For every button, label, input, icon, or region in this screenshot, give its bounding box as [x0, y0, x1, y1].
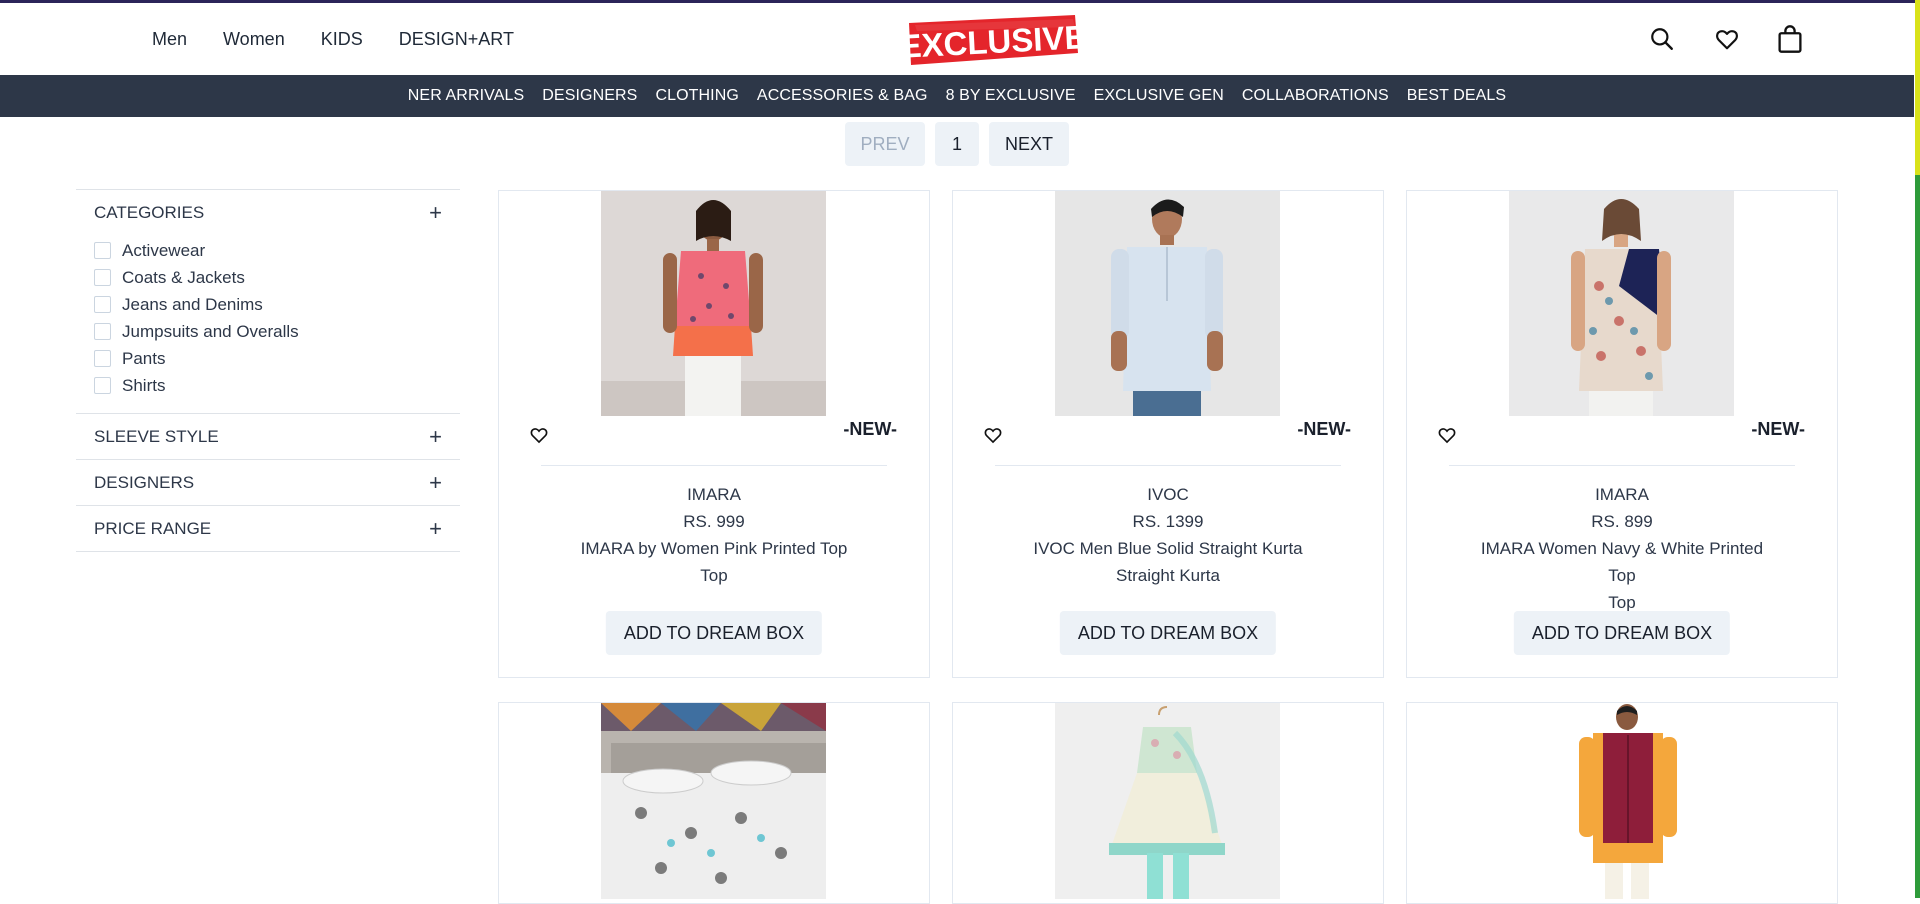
product-brand: IVOC [1147, 485, 1189, 504]
option-label: Jumpsuits and Overalls [122, 321, 299, 341]
cat-new-arrivals[interactable]: NER ARRIVALS [408, 87, 525, 105]
checkbox[interactable] [94, 269, 111, 286]
product-image[interactable] [1509, 703, 1734, 899]
cat-designers[interactable]: DESIGNERS [542, 87, 637, 105]
add-to-dream-box-button[interactable]: ADD TO DREAM BOX [1513, 611, 1731, 655]
product-card[interactable] [1406, 702, 1838, 904]
add-to-dream-box-button[interactable]: ADD TO DREAM BOX [605, 611, 823, 655]
product-card[interactable] [952, 702, 1384, 904]
shopping-bag-icon[interactable] [1772, 21, 1808, 57]
product-name[interactable]: IVOC Men Blue Solid Straight Kurta [953, 535, 1383, 562]
price-range-title: PRICE RANGE [94, 518, 212, 538]
page-number-button[interactable]: 1 [935, 122, 979, 166]
product-image[interactable] [601, 703, 826, 899]
nav-design-art[interactable]: DESIGN+ART [399, 29, 514, 50]
wishlist-heart-icon[interactable] [983, 425, 1003, 445]
categories-title: CATEGORIES [94, 202, 205, 222]
designers-facet-header[interactable]: DESIGNERS + [76, 460, 460, 505]
expand-plus-icon[interactable]: + [429, 471, 442, 494]
divider [1449, 465, 1795, 466]
wishlist-heart-icon[interactable] [529, 425, 549, 445]
categories-options: Activewear Coats & Jackets Jeans and Den… [76, 235, 460, 413]
product-subtitle: Top [700, 566, 728, 585]
expand-plus-icon[interactable]: + [429, 517, 442, 540]
nav-women[interactable]: Women [223, 29, 285, 50]
product-card[interactable]: -NEW- IMARA RS. 999 IMARA by Women Pink … [498, 190, 930, 678]
new-badge: -NEW- [843, 419, 897, 439]
product-info: IMARA RS. 999 IMARA by Women Pink Printe… [499, 481, 929, 589]
checkbox[interactable] [94, 323, 111, 340]
category-option[interactable]: Jeans and Denims [94, 291, 442, 318]
category-option[interactable]: Coats & Jackets [94, 264, 442, 291]
cat-8-by-exclusive[interactable]: 8 BY EXCLUSIVE [946, 87, 1076, 105]
option-label: Shirts [122, 375, 166, 395]
product-info: IVOC RS. 1399 IVOC Men Blue Solid Straig… [953, 481, 1383, 589]
checkbox[interactable] [94, 296, 111, 313]
exclusive-logo[interactable]: EXCLUSIVE [905, 13, 1081, 69]
pagination: PREV 1 NEXT [845, 122, 1069, 166]
option-label: Activewear [122, 240, 206, 260]
expand-plus-icon[interactable]: + [429, 425, 442, 448]
option-label: Jeans and Denims [122, 294, 263, 314]
product-brand: IMARA [1595, 485, 1649, 504]
product-card[interactable] [498, 702, 930, 904]
expand-plus-icon[interactable]: + [429, 201, 442, 224]
option-label: Coats & Jackets [122, 267, 245, 287]
new-badge: -NEW- [1297, 419, 1351, 439]
product-price: RS. 899 [1591, 512, 1653, 531]
cat-best-deals[interactable]: BEST DEALS [1407, 87, 1506, 105]
product-card[interactable]: -NEW- IMARA RS. 899 IMARA Women Navy & W… [1406, 190, 1838, 678]
checkbox[interactable] [94, 377, 111, 394]
cat-clothing[interactable]: CLOTHING [655, 87, 738, 105]
divider [541, 465, 887, 466]
product-info: IMARA RS. 899 IMARA Women Navy & White P… [1407, 481, 1837, 616]
product-name[interactable]: IMARA Women Navy & White Printed Top [1407, 535, 1837, 589]
nav-men[interactable]: Men [152, 29, 187, 50]
product-card[interactable]: -NEW- IVOC RS. 1399 IVOC Men Blue Solid … [952, 190, 1384, 678]
price-range-facet: PRICE RANGE + [76, 505, 460, 552]
add-to-dream-box-button[interactable]: ADD TO DREAM BOX [1059, 611, 1277, 655]
categories-facet: CATEGORIES + Activewear Coats & Jackets … [76, 189, 460, 413]
sleeve-style-facet: SLEEVE STYLE + [76, 413, 460, 459]
checkbox[interactable] [94, 350, 111, 367]
product-name[interactable]: IMARA by Women Pink Printed Top [499, 535, 929, 562]
checkbox[interactable] [94, 242, 111, 259]
category-option[interactable]: Shirts [94, 372, 442, 399]
product-price: RS. 1399 [1132, 512, 1204, 531]
cat-exclusive-gen[interactable]: EXCLUSIVE GEN [1094, 87, 1224, 105]
wishlist-heart-icon[interactable] [1437, 425, 1457, 445]
cat-accessories-bag[interactable]: ACCESSORIES & BAG [757, 87, 928, 105]
product-image[interactable] [601, 191, 826, 416]
option-label: Pants [122, 348, 166, 368]
product-brand: IMARA [687, 485, 741, 504]
category-option[interactable]: Jumpsuits and Overalls [94, 318, 442, 345]
sleeve-style-title: SLEEVE STYLE [94, 426, 219, 446]
divider [995, 465, 1341, 466]
product-image[interactable] [1055, 191, 1280, 416]
category-option[interactable]: Pants [94, 345, 442, 372]
page-scrollbar[interactable] [1915, 0, 1920, 898]
category-option[interactable]: Activewear [94, 237, 442, 264]
next-page-button[interactable]: NEXT [989, 122, 1069, 166]
category-nav-bar: NER ARRIVALS DESIGNERS CLOTHING ACCESSOR… [0, 75, 1914, 117]
header-icons [1614, 21, 1914, 61]
product-subtitle: Straight Kurta [1116, 566, 1220, 585]
prev-page-button[interactable]: PREV [845, 122, 925, 166]
product-image[interactable] [1509, 191, 1734, 416]
sleeve-style-facet-header[interactable]: SLEEVE STYLE + [76, 414, 460, 459]
designers-title: DESIGNERS [94, 472, 195, 492]
designers-facet: DESIGNERS + [76, 459, 460, 505]
cat-collaborations[interactable]: COLLABORATIONS [1242, 87, 1389, 105]
product-price: RS. 999 [683, 512, 745, 531]
nav-kids[interactable]: KIDS [321, 29, 363, 50]
new-badge: -NEW- [1751, 419, 1805, 439]
filters-sidebar: CATEGORIES + Activewear Coats & Jackets … [76, 189, 460, 552]
site-header: Men Women KIDS DESIGN+ART EXCLUSIVE [0, 3, 1914, 75]
wishlist-heart-icon[interactable] [1709, 21, 1745, 57]
primary-nav: Men Women KIDS DESIGN+ART [152, 29, 514, 50]
categories-facet-header[interactable]: CATEGORIES + [76, 190, 460, 235]
price-range-facet-header[interactable]: PRICE RANGE + [76, 506, 460, 551]
search-icon[interactable] [1644, 21, 1680, 57]
product-image[interactable] [1055, 703, 1280, 899]
